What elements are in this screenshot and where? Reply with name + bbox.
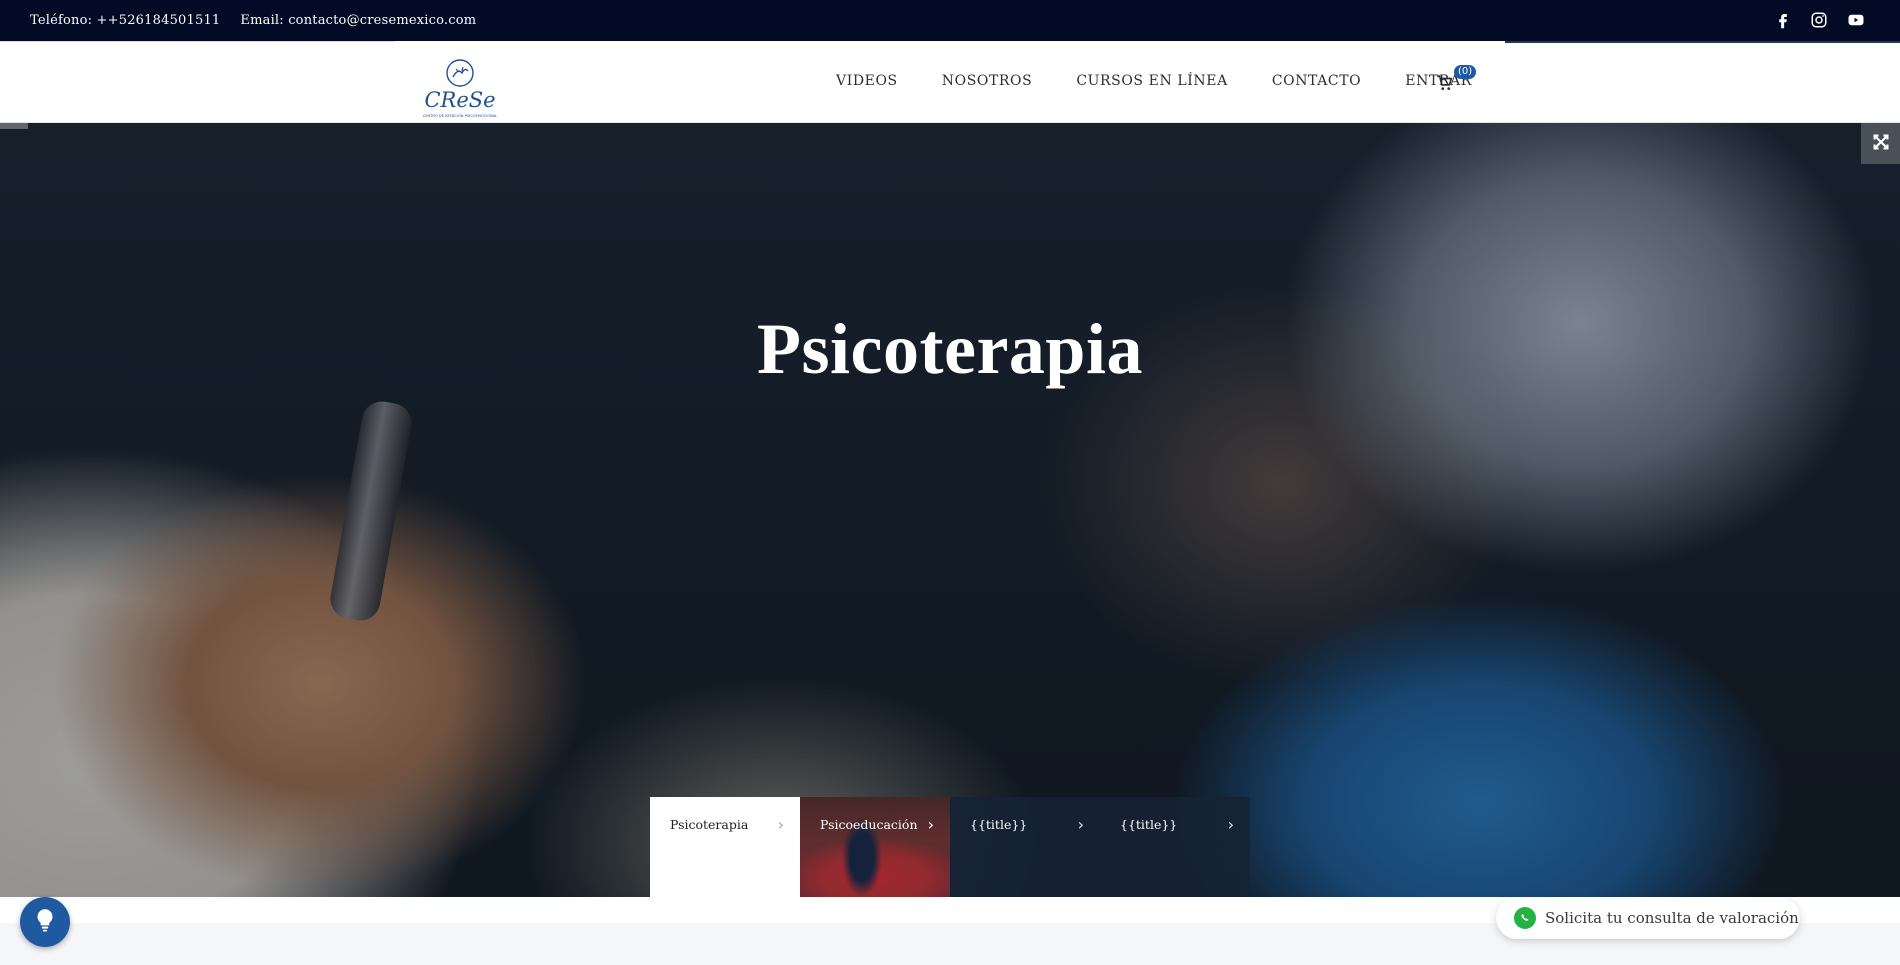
social-links [1774, 11, 1864, 29]
hero-title: Psicoterapia [757, 309, 1143, 389]
cart-button[interactable]: (0) [1436, 65, 1478, 95]
help-bubble-button[interactable] [20, 897, 70, 947]
svg-text:CReSe: CReSe [424, 88, 495, 112]
slider-progress-indicator [0, 123, 28, 129]
hero-slider: Psicoterapia [0, 123, 1900, 897]
hero-overlay [0, 123, 1900, 897]
slider-tab-label: Psicoeducación [820, 817, 918, 832]
contact-info: Teléfono: ++526184501511 Email: contacto… [30, 13, 476, 28]
lightbulb-icon [32, 907, 58, 937]
expand-icon [1871, 132, 1891, 156]
chevron-right-icon: › [927, 815, 934, 834]
header-edge-left [0, 41, 395, 42]
header-edge-right [1505, 41, 1900, 43]
slider-tab-label: Psicoterapia [670, 817, 749, 832]
slider-tabs: Psicoterapia › Psicoeducación › {{title}… [650, 797, 1250, 897]
chevron-right-icon: › [1077, 815, 1084, 834]
slider-tab-psicoterapia[interactable]: Psicoterapia › [650, 797, 800, 897]
slider-tab-4[interactable]: {{title}} › [1100, 797, 1250, 897]
slider-tab-label: {{title}} [970, 817, 1028, 832]
fullscreen-button[interactable] [1861, 123, 1900, 164]
facebook-icon[interactable] [1774, 11, 1792, 29]
nav-cursos-en-linea[interactable]: CURSOS EN LÍNEA [1076, 73, 1228, 89]
site-header: CReSe CENTRO DE ATENCIÓN PSICOEMOCIONAL … [0, 41, 1900, 123]
instagram-icon[interactable] [1810, 11, 1828, 29]
whatsapp-icon [1514, 907, 1536, 929]
main-nav: VIDEOS NOSOTROS CURSOS EN LÍNEA CONTACTO… [836, 73, 1472, 89]
whatsapp-label: Solicita tu consulta de valoración [1545, 909, 1799, 927]
site-logo[interactable]: CReSe CENTRO DE ATENCIÓN PSICOEMOCIONAL [412, 55, 508, 121]
chevron-right-icon: › [1227, 815, 1234, 834]
phone-text[interactable]: Teléfono: ++526184501511 [30, 13, 220, 28]
nav-contacto[interactable]: CONTACTO [1272, 73, 1361, 89]
chevron-right-icon: › [777, 815, 784, 834]
header-edge-center [395, 41, 1505, 42]
slider-tab-3[interactable]: {{title}} › [950, 797, 1100, 897]
email-text[interactable]: Email: contacto@cresemexico.com [240, 13, 476, 28]
slider-tab-psicoeducacion[interactable]: Psicoeducación › [800, 797, 950, 897]
nav-videos[interactable]: VIDEOS [836, 73, 898, 89]
slider-tab-label: {{title}} [1120, 817, 1178, 832]
nav-nosotros[interactable]: NOSOTROS [942, 73, 1033, 89]
top-contact-bar: Teléfono: ++526184501511 Email: contacto… [0, 0, 1900, 41]
youtube-icon[interactable] [1846, 11, 1864, 29]
svg-text:CENTRO DE ATENCIÓN PSICOEMOCIO: CENTRO DE ATENCIÓN PSICOEMOCIONAL [423, 113, 497, 118]
whatsapp-consult-button[interactable]: Solicita tu consulta de valoración [1496, 897, 1800, 939]
cart-count-badge: (0) [1454, 65, 1477, 79]
